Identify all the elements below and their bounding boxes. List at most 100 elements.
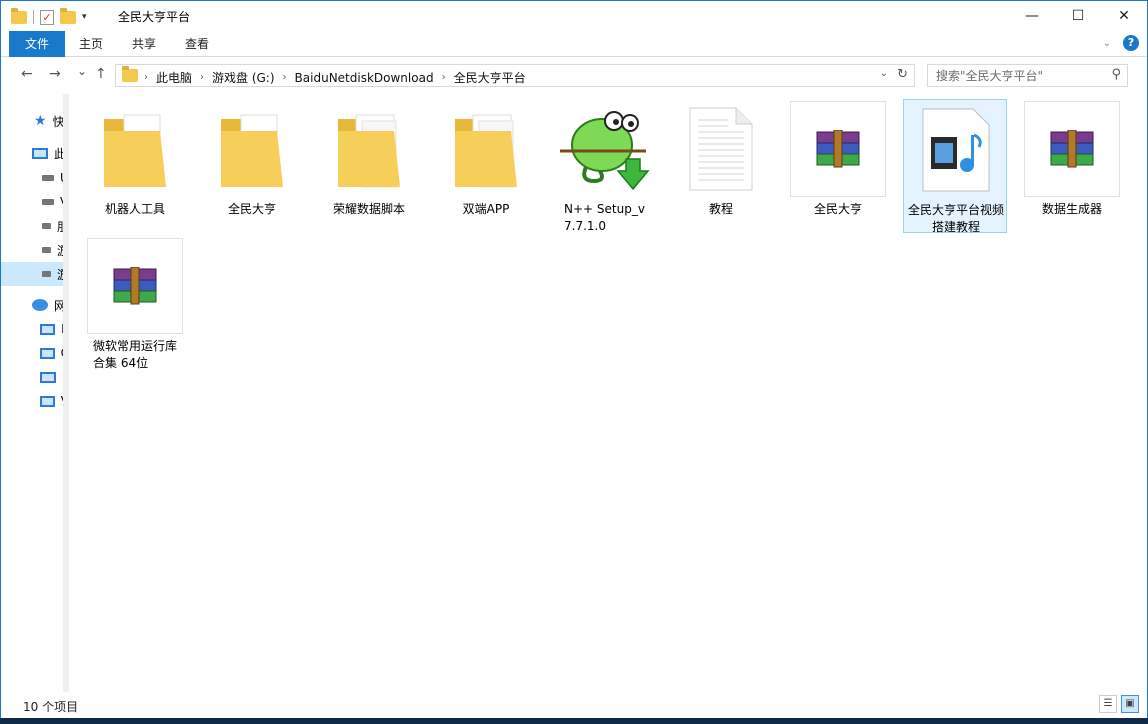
sidebar-item-computer-k[interactable]: K	[1, 317, 68, 341]
title-bar: ✓ ▾ 全民大亨平台 — ☐ ✕	[1, 1, 1147, 31]
close-button[interactable]: ✕	[1101, 1, 1147, 31]
file-name: 教程	[708, 202, 733, 216]
sidebar-item-drive-4[interactable]: 游	[1, 238, 68, 262]
back-arrow-icon[interactable]: ←	[21, 66, 33, 82]
explorer-window: ✓ ▾ 全民大亨平台 — ☐ ✕ 文件 主页 共享 查看 ⌄ ? ← → ⌄ ↑…	[0, 0, 1148, 718]
expand-ribbon-icon[interactable]: ⌄	[1103, 38, 1111, 49]
sidebar-item-drive-v[interactable]: V	[1, 190, 68, 214]
breadcrumb-game-drive[interactable]: 游戏盘 (G:)	[212, 69, 275, 86]
folder-icon	[11, 7, 27, 24]
sidebar-item-network[interactable]: 网	[1, 293, 68, 317]
content-scrollbar[interactable]	[1134, 94, 1147, 692]
file-name: 全民大亨	[813, 202, 862, 216]
sidebar-item-this-pc[interactable]: 此	[1, 141, 68, 165]
file-item-archive[interactable]: 全民大亨	[786, 99, 890, 231]
large-icons-view-icon[interactable]: ▣	[1121, 695, 1139, 713]
folder-icon	[122, 66, 138, 82]
file-item-archive[interactable]: 数据生成器	[1020, 99, 1124, 231]
file-name: 微软常用运行库合集 64位	[93, 339, 178, 370]
window-title: 全民大亨平台	[118, 10, 191, 24]
minimize-button[interactable]: —	[1009, 1, 1055, 31]
pc-icon	[40, 395, 55, 407]
chevron-right-icon[interactable]: ›	[144, 72, 148, 83]
file-item-folder[interactable]: 全民大亨	[200, 99, 304, 231]
folder-icon	[317, 99, 421, 199]
view-switcher: ☰ ▣	[1099, 695, 1139, 713]
chevron-down-icon[interactable]: ⌄	[880, 68, 888, 79]
rar-archive-icon	[83, 236, 187, 336]
ribbon-tabs: 文件 主页 共享 查看 ⌄ ?	[1, 31, 1147, 57]
file-name: 荣耀数据脚本	[332, 202, 405, 216]
network-icon	[32, 299, 48, 311]
pc-icon	[40, 323, 56, 335]
sidebar-item-computer-c[interactable]: C	[1, 341, 68, 365]
breadcrumb: › 此电脑 › 游戏盘 (G:) › BaiduNetdiskDownload …	[144, 69, 526, 86]
search-input[interactable]	[936, 69, 1106, 83]
drive-icon	[42, 175, 54, 181]
folder-icon	[200, 99, 304, 199]
sidebar-item-game-drive[interactable]: 游	[1, 262, 68, 286]
file-name: 机器人工具	[104, 202, 165, 216]
address-bar[interactable]: › 此电脑 › 游戏盘 (G:) › BaiduNetdiskDownload …	[115, 64, 915, 87]
navigation-pane: ★ 快 此 U V 朋 游 游 网	[1, 94, 69, 692]
customize-toolbar-icon[interactable]: ▾	[82, 12, 87, 22]
pc-icon	[32, 147, 48, 159]
sidebar-item-computer-f[interactable]: F	[1, 365, 68, 389]
sidebar-item-computer-v[interactable]: V	[1, 389, 68, 413]
chameleon-installer-icon	[552, 99, 656, 199]
navigation-pane-scrollbar[interactable]	[63, 94, 69, 692]
tab-home[interactable]: 主页	[71, 31, 111, 57]
rar-archive-icon	[1020, 99, 1124, 199]
up-arrow-icon[interactable]: ↑	[95, 66, 107, 82]
pc-icon	[40, 347, 55, 359]
file-item-document[interactable]: 教程	[669, 99, 773, 231]
star-icon: ★	[34, 113, 47, 129]
status-bar: 10 个项目 ☰ ▣	[1, 692, 1147, 718]
folder-icon	[434, 99, 538, 199]
desktop-edge	[0, 718, 1148, 724]
quick-access-toolbar: ✓ ▾	[11, 7, 87, 27]
file-item-folder[interactable]: 双端APP	[434, 99, 538, 231]
search-icon[interactable]: ⚲	[1111, 67, 1121, 82]
text-document-icon	[669, 99, 773, 199]
file-name: 全民大亨	[227, 202, 276, 216]
breadcrumb-download-folder[interactable]: BaiduNetdiskDownload	[295, 71, 434, 85]
search-box[interactable]: ⚲	[927, 64, 1128, 87]
sidebar-item-drive-u[interactable]: U	[1, 166, 68, 190]
breadcrumb-current-folder[interactable]: 全民大亨平台	[454, 69, 526, 86]
file-list: 机器人工具 全民大亨 荣耀数据脚本 双端APP N++ Setup_v7.7.1…	[71, 94, 1134, 692]
file-name: 数据生成器	[1041, 202, 1102, 216]
file-item-folder[interactable]: 机器人工具	[83, 99, 187, 231]
file-item-installer[interactable]: N++ Setup_v7.7.1.0	[552, 99, 656, 233]
pc-icon	[40, 371, 56, 383]
properties-icon[interactable]: ✓	[40, 9, 54, 25]
rar-archive-icon	[786, 99, 890, 199]
recent-locations-icon[interactable]: ⌄	[77, 64, 87, 78]
maximize-button[interactable]: ☐	[1055, 1, 1101, 31]
forward-arrow-icon[interactable]: →	[49, 66, 61, 82]
help-icon[interactable]: ?	[1123, 35, 1139, 51]
chevron-right-icon[interactable]: ›	[283, 72, 287, 83]
drive-icon	[42, 271, 51, 277]
file-name: 全民大亨平台视频搭建教程	[907, 203, 1004, 234]
chevron-right-icon[interactable]: ›	[200, 72, 204, 83]
file-item-folder[interactable]: 荣耀数据脚本	[317, 99, 421, 231]
new-folder-icon[interactable]	[60, 7, 76, 24]
item-count: 10 个项目	[23, 700, 79, 714]
breadcrumb-this-pc[interactable]: 此电脑	[156, 69, 192, 86]
sidebar-item-quick-access[interactable]: ★ 快	[1, 109, 68, 133]
file-name: N++ Setup_v7.7.1.0	[564, 202, 645, 233]
chevron-right-icon[interactable]: ›	[442, 72, 446, 83]
details-view-icon[interactable]: ☰	[1099, 695, 1117, 713]
tab-view[interactable]: 查看	[177, 31, 217, 57]
tab-share[interactable]: 共享	[124, 31, 164, 57]
folder-icon	[83, 99, 187, 199]
sidebar-item-drive-3[interactable]: 朋	[1, 214, 68, 238]
drive-icon	[42, 223, 51, 229]
file-item-video[interactable]: 全民大亨平台视频搭建教程	[903, 99, 1007, 234]
file-item-archive[interactable]: 微软常用运行库合集 64位	[83, 236, 187, 370]
refresh-icon[interactable]: ↻	[897, 67, 908, 82]
toolbar-separator	[33, 10, 34, 24]
tab-file[interactable]: 文件	[9, 31, 65, 57]
drive-icon	[42, 199, 54, 205]
